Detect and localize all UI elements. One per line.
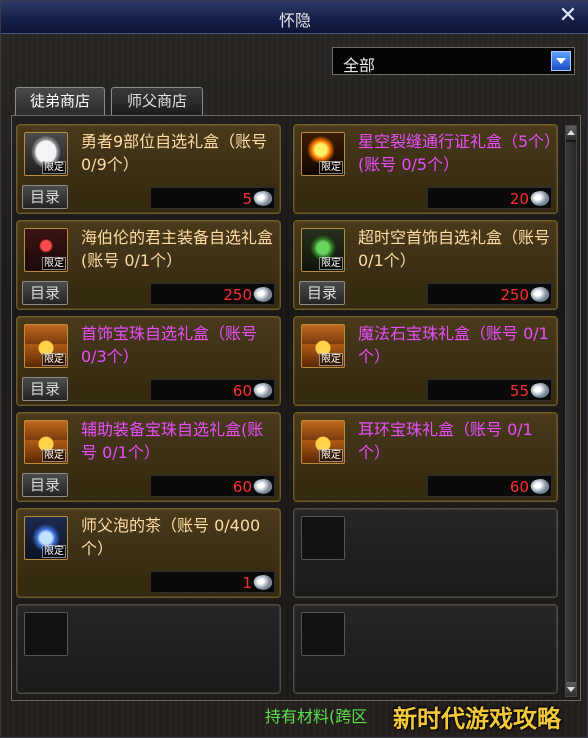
scrollbar[interactable] — [565, 125, 577, 697]
item-price: 250 — [150, 283, 275, 305]
close-icon[interactable]: ✕ — [557, 5, 579, 27]
item-price: 60 — [427, 475, 552, 497]
currency-gem-icon — [529, 188, 551, 209]
item-price: 60 — [150, 379, 275, 401]
category-select-value: 全部 — [343, 56, 376, 75]
shop-item[interactable]: 限定 海伯伦的君主装备自选礼盒(账号 0/1个） 目录 250 — [16, 220, 281, 310]
shop-item[interactable]: 限定 辅助装备宝珠自选礼盒(账号 0/1个） 目录 60 — [16, 412, 281, 502]
green-gem-box-icon: 限定 — [301, 228, 345, 272]
item-price: 250 — [427, 283, 552, 305]
item-name: 勇者9部位自选礼盒（账号 0/9个） — [81, 132, 268, 174]
currency-gem-icon — [252, 188, 274, 209]
tab-master-shop[interactable]: 师父商店 — [111, 87, 203, 115]
item-name: 海伯伦的君主装备自选礼盒(账号 0/1个） — [81, 228, 274, 270]
item-price: 20 — [427, 187, 552, 209]
empty-slot-icon — [301, 516, 345, 560]
scroll-down-icon[interactable] — [566, 682, 576, 696]
catalog-button[interactable]: 目录 — [22, 185, 68, 209]
item-name: 师父泡的茶（账号 0/400个） — [81, 516, 261, 558]
scroll-up-icon[interactable] — [566, 126, 576, 140]
chevron-down-icon[interactable] — [551, 51, 571, 71]
item-price: 60 — [150, 475, 275, 497]
chest-icon: 限定 — [301, 420, 345, 464]
chest-icon: 限定 — [24, 324, 68, 368]
shop-item[interactable]: 限定 魔法石宝珠礼盒（账号 0/1个） 55 — [293, 316, 558, 406]
catalog-button[interactable]: 目录 — [22, 473, 68, 497]
empty-slot-icon — [301, 612, 345, 656]
chest-icon: 限定 — [24, 420, 68, 464]
scroll-icon: 限定 — [24, 132, 68, 176]
item-price: 55 — [427, 379, 552, 401]
empty-slot-icon — [24, 612, 68, 656]
tab-apprentice-shop[interactable]: 徒弟商店 — [15, 87, 105, 115]
shop-item[interactable]: 限定 超时空首饰自选礼盒（账号 0/1个） 目录 250 — [293, 220, 558, 310]
item-grid: 限定 勇者9部位自选礼盒（账号 0/9个） 目录 5 限定 星空裂缝通行证礼盒（… — [11, 115, 581, 701]
red-gem-box-icon: 限定 — [24, 228, 68, 272]
chest-icon: 限定 — [301, 324, 345, 368]
shop-item[interactable]: 限定 首饰宝珠自选礼盒（账号 0/3个） 目录 60 — [16, 316, 281, 406]
currency-gem-icon — [529, 380, 551, 401]
currency-gem-icon — [252, 284, 274, 305]
empty-slot — [293, 604, 558, 694]
window-title: 怀隐 — [278, 11, 311, 30]
shop-item[interactable]: 限定 师父泡的茶（账号 0/400个） 1 — [16, 508, 281, 598]
empty-slot — [16, 604, 281, 694]
item-name: 耳环宝珠礼盒（账号 0/1个） — [358, 420, 533, 462]
currency-gem-icon — [529, 476, 551, 497]
item-name: 星空裂缝通行证礼盒（5个）(账号 0/5个） — [358, 132, 553, 174]
currency-gem-icon — [529, 284, 551, 305]
tea-icon: 限定 — [24, 516, 68, 560]
currency-gem-icon — [252, 476, 274, 497]
fire-icon: 限定 — [301, 132, 345, 176]
item-price: 5 — [150, 187, 275, 209]
category-select[interactable]: 全部 — [332, 47, 575, 75]
scroll-thumb[interactable] — [566, 142, 576, 682]
catalog-button[interactable]: 目录 — [22, 281, 68, 305]
catalog-button[interactable]: 目录 — [22, 377, 68, 401]
empty-slot — [293, 508, 558, 598]
shop-item[interactable]: 限定 勇者9部位自选礼盒（账号 0/9个） 目录 5 — [16, 124, 281, 214]
held-materials-label: 持有材料(跨区 — [265, 707, 368, 726]
item-price: 1 — [150, 571, 275, 593]
item-name: 魔法石宝珠礼盒（账号 0/1个） — [358, 324, 549, 366]
title-bar: 怀隐 ✕ — [1, 1, 588, 34]
currency-gem-icon — [252, 572, 274, 593]
item-name: 辅助装备宝珠自选礼盒(账号 0/1个） — [81, 420, 264, 462]
watermark: 新时代游戏攻略 — [393, 705, 561, 733]
item-name: 超时空首饰自选礼盒（账号 0/1个） — [358, 228, 551, 270]
shop-item[interactable]: 限定 星空裂缝通行证礼盒（5个）(账号 0/5个） 20 — [293, 124, 558, 214]
currency-gem-icon — [252, 380, 274, 401]
shop-item[interactable]: 限定 耳环宝珠礼盒（账号 0/1个） 60 — [293, 412, 558, 502]
catalog-button[interactable]: 目录 — [299, 281, 345, 305]
shop-window: 怀隐 ✕ 全部 徒弟商店 师父商店 限定 勇者9部位自选礼盒（账号 0/9个） … — [0, 0, 588, 738]
item-name: 首饰宝珠自选礼盒（账号 0/3个） — [81, 324, 258, 366]
